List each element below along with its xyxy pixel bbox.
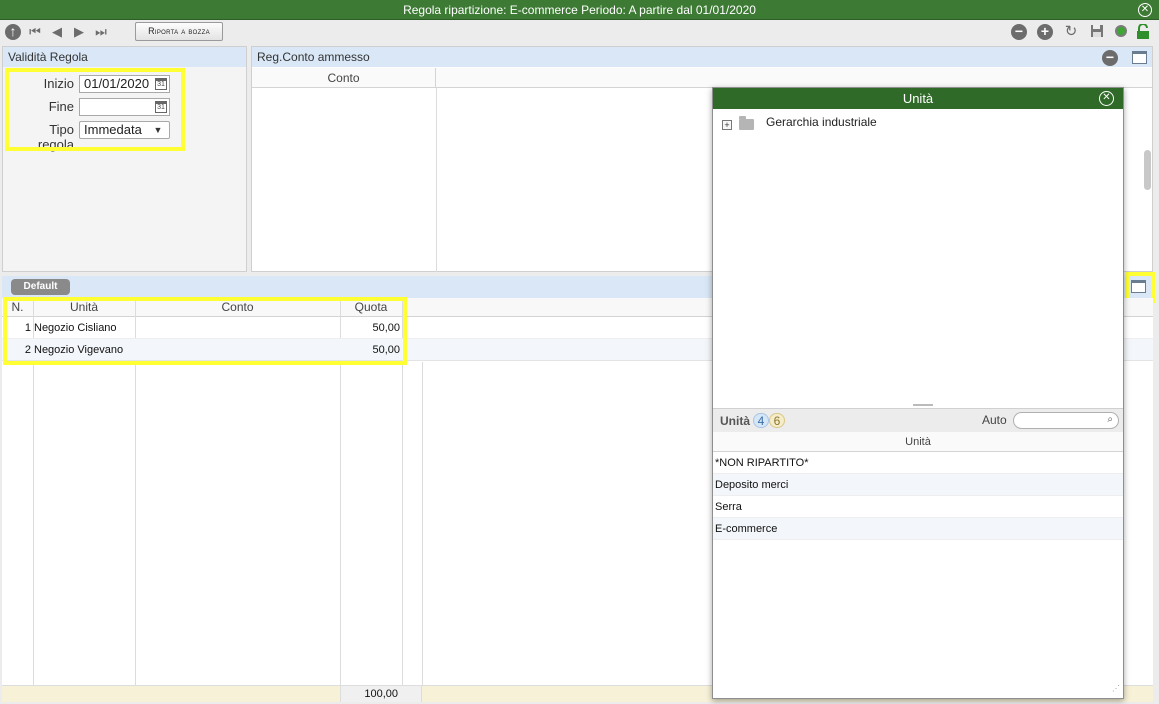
folder-icon [739,116,754,130]
tipo-regola-label: Tipo regola [37,122,74,152]
save-icon[interactable] [1089,24,1105,40]
add-icon[interactable]: + [1037,24,1053,40]
inizio-date-field[interactable]: 01/01/2020 31 [79,75,170,93]
inizio-label: Inizio [43,76,74,91]
conto-column-header[interactable]: Conto [252,68,436,88]
last-record-icon[interactable]: ⏭ [93,24,109,40]
row-number: 2 [24,344,31,356]
chevron-down-icon: ▼ [153,125,163,135]
list-item[interactable]: E-commerce [713,518,1123,540]
unit-popup-title: Unità [713,88,1123,109]
validity-panel-title: Validità Regola [3,47,246,67]
vertical-scrollbar[interactable] [1144,150,1151,190]
row-unita: Negozio Vigevano [34,344,124,356]
fine-label: Fine [48,99,74,114]
unit-column-header[interactable]: Unità [713,432,1123,452]
expand-icon[interactable]: + [722,120,732,130]
calendar-icon[interactable]: 31 [155,78,167,90]
unit-list-toolbar: Unità 4 6 Auto ⌕ [713,408,1123,432]
resize-grip-icon[interactable]: ⋰ [1112,685,1120,695]
col-header-n[interactable]: N. [2,298,33,317]
previous-record-icon[interactable]: ◀ [49,24,65,40]
close-icon[interactable]: ✕ [1099,91,1114,106]
inizio-date-value: 01/01/2020 [84,76,150,91]
search-input[interactable]: ⌕ [1013,412,1119,429]
conto-panel-title: Reg.Conto ammesso [252,47,1152,67]
unit-list-label: Unità [720,414,750,428]
column-header-empty [436,68,1152,88]
calendar-icon[interactable]: 31 [155,101,167,113]
window-icon[interactable] [1131,280,1146,293]
remove-icon[interactable]: − [1011,24,1027,40]
unit-popup: Unità ✕ + Gerarchia industriale Unità 4 … [712,87,1124,699]
fine-date-field[interactable]: 31 [79,98,170,116]
count-badge: 6 [769,413,785,428]
close-window-icon[interactable]: ✕ [1138,3,1152,17]
tree-node-label[interactable]: Gerarchia industriale [766,114,877,130]
up-icon[interactable]: ↑ [5,24,21,40]
column-divider [436,88,437,272]
col-header-quota[interactable]: Quota [340,298,402,317]
back-to-draft-button[interactable]: Riporta a bozza [135,22,223,41]
row-unita: Negozio Cisliano [34,322,117,334]
status-green-icon[interactable] [1113,24,1129,40]
tipo-regola-value: Immedata [84,122,142,137]
tab-default[interactable]: Default [11,279,70,295]
refresh-icon[interactable]: ↻ [1063,24,1079,40]
tipo-regola-select[interactable]: Immedata ▼ [79,121,170,139]
first-record-icon[interactable]: ⏮ [27,24,43,40]
window-title: Regola ripartizione: E-commerce Periodo:… [403,3,756,17]
list-item[interactable]: Deposito merci [713,474,1123,496]
next-record-icon[interactable]: ▶ [71,24,87,40]
count-badge: 4 [753,413,769,428]
total-quota: 100,00 [364,688,398,700]
column-divider [422,362,423,702]
collapse-icon[interactable]: − [1102,50,1118,66]
list-item[interactable]: *NON RIPARTITO* [713,452,1123,474]
list-item[interactable]: Serra [713,496,1123,518]
row-number: 1 [24,322,31,334]
window-icon[interactable] [1132,51,1147,64]
unlock-icon[interactable] [1135,23,1151,40]
row-quota: 50,00 [372,322,400,334]
search-icon: ⌕ [1107,414,1113,425]
row-quota: 50,00 [372,344,400,356]
col-header-unita[interactable]: Unità [33,298,135,317]
auto-label: Auto [982,413,1007,427]
window-titlebar: Regola ripartizione: E-commerce Periodo:… [0,0,1159,20]
col-header-conto[interactable]: Conto [135,298,340,317]
splitter-handle[interactable] [913,404,933,406]
